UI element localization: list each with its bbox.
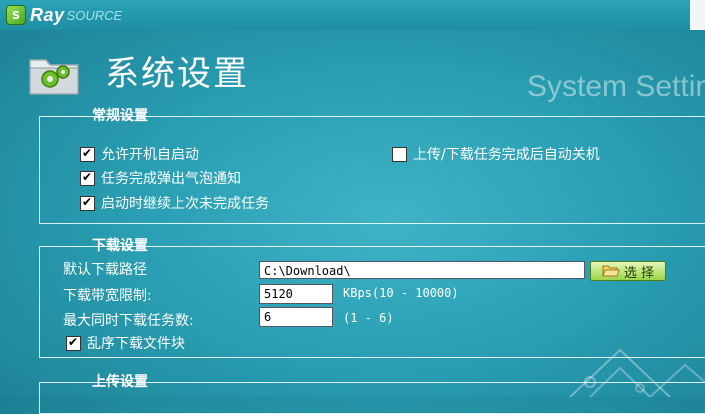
autostart-option[interactable]: 允许开机自启动 xyxy=(80,144,199,164)
app-logo: S Ray SOURCE xyxy=(6,5,122,25)
download-path-input[interactable]: C:\Download\ xyxy=(259,261,585,279)
auto-shutdown-option[interactable]: 上传/下载任务完成后自动关机 xyxy=(392,144,600,164)
browse-button[interactable]: 选 择 xyxy=(590,261,666,281)
autostart-checkbox[interactable] xyxy=(80,145,95,162)
page-title: 系统设置 xyxy=(105,54,249,94)
bubble-notify-label: 任务完成弹出气泡通知 xyxy=(101,171,241,187)
bandwidth-hint: KBps(10 - 10000) xyxy=(343,286,459,300)
title-bar: S Ray SOURCE xyxy=(0,0,705,30)
general-settings-title: 常规设置 xyxy=(92,108,148,124)
title-bar-edge xyxy=(690,0,705,30)
download-path-label: 默认下载路径 xyxy=(63,262,147,278)
settings-folder-icon xyxy=(29,59,79,95)
bubble-notify-option[interactable]: 任务完成弹出气泡通知 xyxy=(80,168,241,188)
logo-text-source: SOURCE xyxy=(66,7,123,23)
resume-tasks-option[interactable]: 启动时继续上次未完成任务 xyxy=(80,193,269,213)
browse-button-label: 选 择 xyxy=(623,265,655,281)
upload-settings-title: 上传设置 xyxy=(92,374,148,390)
max-tasks-hint: (1 - 6) xyxy=(343,311,394,325)
random-block-label: 乱序下载文件块 xyxy=(87,336,185,352)
open-folder-icon xyxy=(602,265,620,277)
auto-shutdown-checkbox[interactable] xyxy=(392,146,407,162)
max-tasks-label: 最大同时下载任务数: xyxy=(63,313,194,329)
bubble-notify-checkbox[interactable] xyxy=(80,169,95,186)
autostart-label: 允许开机自启动 xyxy=(101,147,199,163)
random-block-option[interactable]: 乱序下载文件块 xyxy=(66,333,185,353)
auto-shutdown-label: 上传/下载任务完成后自动关机 xyxy=(413,147,600,163)
background-decoration xyxy=(569,348,705,397)
logo-text-ray: Ray xyxy=(30,4,65,25)
max-tasks-input[interactable]: 6 xyxy=(259,307,333,327)
resume-tasks-checkbox[interactable] xyxy=(80,194,95,211)
page-subtitle: System Settin xyxy=(527,70,705,103)
download-settings-title: 下载设置 xyxy=(92,238,148,254)
raysource-logo-icon: S xyxy=(6,5,26,25)
bandwidth-label: 下载带宽限制: xyxy=(63,288,152,304)
bandwidth-input[interactable]: 5120 xyxy=(259,284,333,304)
random-block-checkbox[interactable] xyxy=(66,334,81,351)
resume-tasks-label: 启动时继续上次未完成任务 xyxy=(101,196,269,212)
